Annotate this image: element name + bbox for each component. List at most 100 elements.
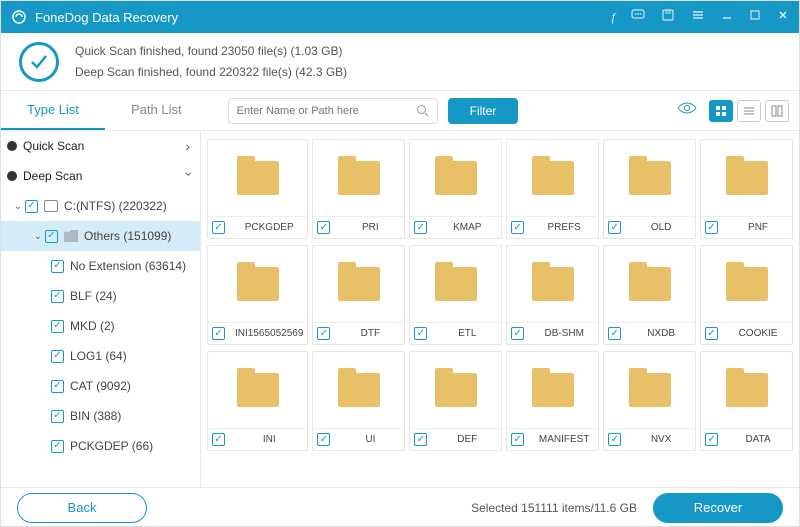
checkbox[interactable]: [317, 221, 330, 234]
filter-button[interactable]: Filter: [448, 98, 519, 124]
tree-item[interactable]: BLF (24): [1, 281, 200, 311]
file-name: PREFS: [534, 222, 594, 233]
close-icon[interactable]: [777, 8, 789, 26]
tree-item[interactable]: LOG1 (64): [1, 341, 200, 371]
back-button[interactable]: Back: [17, 493, 147, 523]
tree-item-label: No Extension (63614): [70, 259, 186, 273]
facebook-icon[interactable]: f: [612, 10, 615, 25]
view-grid-button[interactable]: [709, 100, 733, 122]
checkbox[interactable]: [414, 433, 427, 446]
checkbox[interactable]: [511, 327, 524, 340]
minimize-icon[interactable]: [721, 8, 733, 26]
checkbox[interactable]: [317, 433, 330, 446]
tree-quick-scan[interactable]: Quick Scan ›: [1, 131, 200, 161]
file-name: DATA: [728, 434, 788, 445]
file-cell[interactable]: ETL: [409, 245, 502, 345]
checkbox[interactable]: [51, 260, 64, 273]
checkbox[interactable]: [414, 327, 427, 340]
checkbox[interactable]: [51, 380, 64, 393]
file-cell[interactable]: UI: [312, 351, 405, 451]
checkbox[interactable]: [608, 221, 621, 234]
tree-item[interactable]: BIN (388): [1, 401, 200, 431]
folder-icon: [532, 373, 574, 407]
checkbox[interactable]: [212, 221, 225, 234]
file-cell[interactable]: DTF: [312, 245, 405, 345]
checkbox[interactable]: [25, 200, 38, 213]
file-cell[interactable]: OLD: [603, 139, 696, 239]
view-list-button[interactable]: [737, 100, 761, 122]
checkbox[interactable]: [51, 290, 64, 303]
search-box[interactable]: [228, 98, 438, 124]
tree-item-label: LOG1 (64): [70, 349, 127, 363]
file-name: NVX: [631, 434, 691, 445]
file-cell[interactable]: DATA: [700, 351, 793, 451]
checkbox[interactable]: [51, 320, 64, 333]
folder-icon: [629, 267, 671, 301]
file-cell[interactable]: INI: [207, 351, 308, 451]
file-cell[interactable]: NXDB: [603, 245, 696, 345]
file-name: COOKIE: [728, 328, 788, 339]
file-cell[interactable]: MANIFEST: [506, 351, 599, 451]
save-icon[interactable]: [661, 8, 675, 27]
tab-type-list[interactable]: Type List: [1, 91, 105, 130]
preview-icon[interactable]: [677, 101, 701, 120]
file-cell[interactable]: KMAP: [409, 139, 502, 239]
file-name: PNF: [728, 222, 788, 233]
file-cell[interactable]: DB-SHM: [506, 245, 599, 345]
menu-icon[interactable]: [691, 8, 705, 27]
folder-icon: [435, 267, 477, 301]
checkbox[interactable]: [511, 433, 524, 446]
file-cell[interactable]: PRI: [312, 139, 405, 239]
file-name: DB-SHM: [534, 328, 594, 339]
checkbox[interactable]: [608, 433, 621, 446]
folder-icon: [629, 161, 671, 195]
file-name: KMAP: [437, 222, 497, 233]
checkbox[interactable]: [317, 327, 330, 340]
checkbox[interactable]: [705, 221, 718, 234]
tree-item[interactable]: CAT (9092): [1, 371, 200, 401]
checkbox[interactable]: [608, 327, 621, 340]
checkbox[interactable]: [51, 440, 64, 453]
tree-item[interactable]: PCKGDEP (66): [1, 431, 200, 461]
search-input[interactable]: [237, 105, 416, 117]
file-cell[interactable]: PNF: [700, 139, 793, 239]
folder-icon: [726, 373, 768, 407]
checkbox[interactable]: [212, 327, 225, 340]
scan-status: Quick Scan finished, found 23050 file(s)…: [1, 33, 799, 91]
tree-deep-scan[interactable]: Deep Scan ›: [1, 161, 200, 191]
file-cell[interactable]: COOKIE: [700, 245, 793, 345]
file-name: PCKGDEP: [235, 222, 303, 233]
feedback-icon[interactable]: [631, 8, 645, 27]
chevron-right-icon: ›: [185, 138, 194, 154]
recover-button[interactable]: Recover: [653, 493, 783, 523]
checkbox[interactable]: [511, 221, 524, 234]
checkbox[interactable]: [51, 350, 64, 363]
checkbox[interactable]: [51, 410, 64, 423]
tree-others[interactable]: ⌄ Others (151099): [1, 221, 200, 251]
tab-path-list[interactable]: Path List: [105, 91, 208, 130]
file-name: INI: [235, 434, 303, 445]
checkbox[interactable]: [705, 433, 718, 446]
view-detail-button[interactable]: [765, 100, 789, 122]
folder-icon: [629, 373, 671, 407]
checkbox[interactable]: [705, 327, 718, 340]
tree-item[interactable]: No Extension (63614): [1, 251, 200, 281]
chevron-down-icon: ›: [182, 172, 198, 181]
checkbox[interactable]: [414, 221, 427, 234]
tree-drive[interactable]: ⌄ C:(NTFS) (220322): [1, 191, 200, 221]
file-cell[interactable]: PREFS: [506, 139, 599, 239]
file-cell[interactable]: DEF: [409, 351, 502, 451]
checkbox[interactable]: [45, 230, 58, 243]
folder-icon: [532, 161, 574, 195]
checkbox[interactable]: [212, 433, 225, 446]
file-cell[interactable]: PCKGDEP: [207, 139, 308, 239]
folder-icon: [532, 267, 574, 301]
file-name: NXDB: [631, 328, 691, 339]
maximize-icon[interactable]: [749, 8, 761, 26]
tree-item[interactable]: MKD (2): [1, 311, 200, 341]
file-cell[interactable]: NVX: [603, 351, 696, 451]
drive-icon: [44, 200, 58, 212]
file-cell[interactable]: INI1565052569: [207, 245, 308, 345]
chevron-down-icon: ⌄: [11, 201, 25, 212]
footer: Back Selected 151111 items/11.6 GB Recov…: [1, 487, 799, 527]
